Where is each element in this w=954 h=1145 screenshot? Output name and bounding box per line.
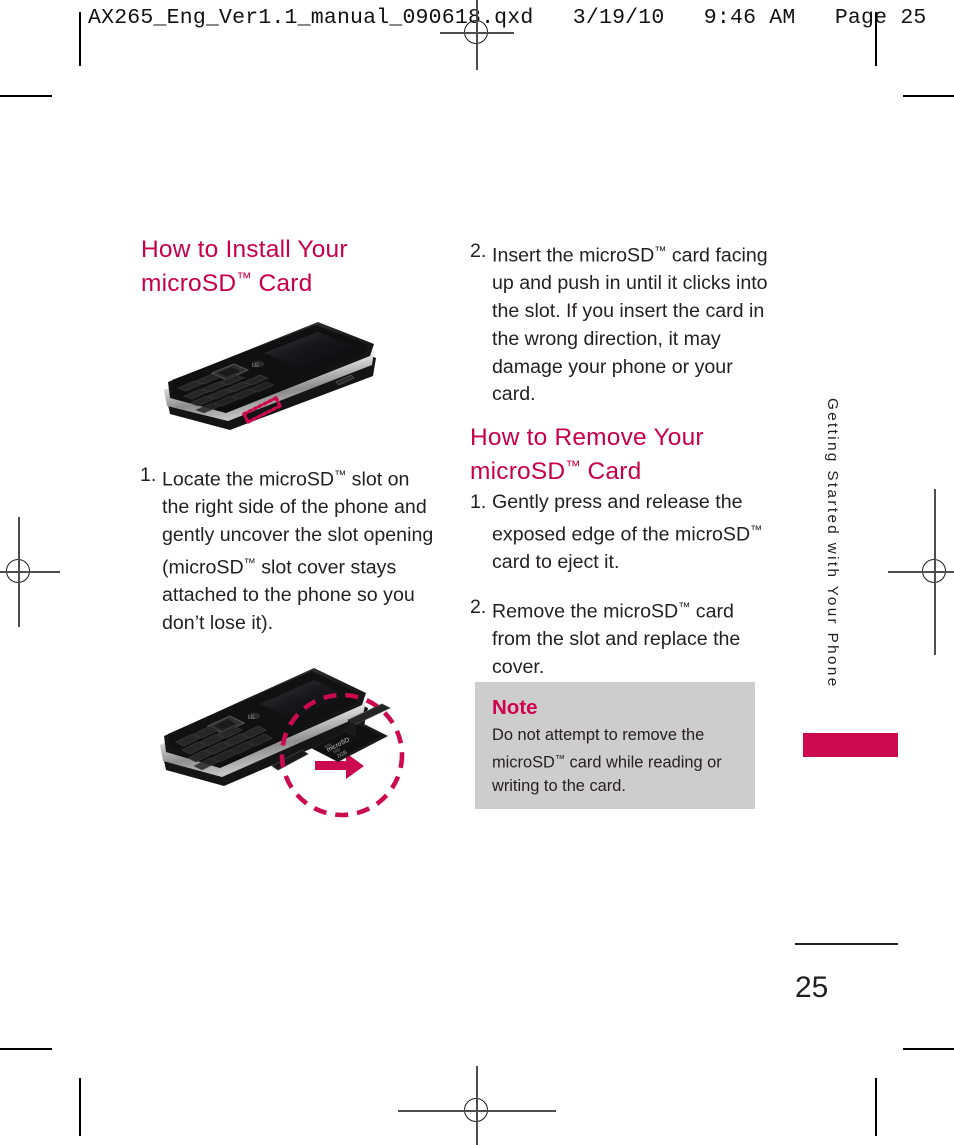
list-item-number: 1.: [140, 464, 157, 486]
list-item-number: 2.: [470, 595, 487, 618]
registration-hline-left: [0, 571, 60, 573]
heading-remove-line2: microSD™ Card: [470, 453, 770, 486]
trademark-icon: ™: [236, 269, 252, 287]
trademark-icon: ™: [554, 753, 565, 765]
registration-hline-bottom: [398, 1110, 556, 1112]
figure-insert-microsd-card: LG microSD 2GB: [152, 660, 408, 818]
trademark-icon: ™: [654, 244, 667, 258]
registration-hline-right: [888, 571, 954, 573]
svg-text:LG: LG: [252, 363, 259, 369]
list-item-install-step-1: 1. Locate the microSD™ slot on the right…: [140, 462, 436, 637]
trademark-icon: ™: [565, 457, 581, 475]
registration-mark-right: [888, 489, 954, 655]
trademark-icon: ™: [750, 522, 763, 537]
note-body: Do not attempt to remove the microSD™ ca…: [492, 723, 738, 799]
section-thumb-tab: [803, 733, 898, 757]
trademark-icon: ™: [678, 599, 691, 614]
crop-mark-bottom-left-horizontal: [0, 1048, 52, 1050]
svg-text:LG: LG: [248, 715, 255, 721]
list-item-insert-step-2: 2. Insert the microSD™ card facing up an…: [470, 238, 770, 409]
heading-remove-microsd-word: microSD: [470, 457, 566, 485]
step-text-pre: Insert the microSD: [492, 244, 655, 267]
trademark-icon: ™: [243, 555, 256, 570]
remove-steps-list: 1. Gently press and release the exposed …: [470, 489, 770, 681]
crop-mark-top-left-horizontal: [0, 95, 52, 97]
heading-install-line1: How to Install Your: [141, 236, 348, 263]
crop-mark-bottom-right-horizontal: [903, 1048, 954, 1050]
step-text-pre: Locate the microSD: [162, 468, 335, 491]
figure-phone-slot-location: LG: [148, 318, 384, 448]
step-text-post: card facing up and push in until it clic…: [492, 244, 768, 406]
step-text-pre: Remove the microSD: [492, 600, 679, 623]
registration-hline-top: [440, 32, 514, 34]
manual-page: AX265_Eng_Ver1.1_manual_090618.qxd 3/19/…: [0, 0, 954, 1145]
section-running-head: Getting Started with Your Phone: [824, 398, 841, 689]
install-steps-list: 1. Locate the microSD™ slot on the right…: [140, 462, 436, 637]
page-number: 25: [795, 971, 829, 1004]
registration-mark-top: [440, 0, 514, 70]
note-callout: Note Do not attempt to remove the microS…: [475, 682, 755, 809]
heading-remove-line1: How to Remove Your: [470, 424, 704, 451]
note-title: Note: [492, 696, 538, 719]
registration-mark-left: [0, 517, 60, 627]
registration-vline-bottom: [476, 1066, 478, 1145]
list-item-remove-step-2: 2. Remove the microSD™ card from the slo…: [470, 594, 770, 682]
crop-mark-top-left-vertical: [79, 12, 81, 66]
trademark-icon: ™: [334, 468, 347, 482]
list-item-number: 1.: [470, 491, 487, 513]
insert-step-list: 2. Insert the microSD™ card facing up an…: [470, 238, 770, 409]
heading-install-microsd-word: microSD: [141, 269, 237, 297]
list-item-text: Locate the microSD™ slot on the right si…: [162, 462, 436, 637]
crop-mark-top-right-horizontal: [903, 95, 954, 97]
prepress-header: AX265_Eng_Ver1.1_manual_090618.qxd 3/19/…: [88, 6, 927, 30]
crop-mark-bottom-left-vertical: [79, 1078, 81, 1136]
list-item-text: Remove the microSD™ card from the slot a…: [492, 594, 770, 682]
crop-mark-bottom-right-vertical: [875, 1078, 877, 1136]
heading-install-line2: microSD™ Card: [141, 265, 431, 298]
step-text-pre: Gently press and release the exposed edg…: [492, 491, 751, 546]
crop-mark-top-right-vertical: [875, 12, 877, 66]
heading-remove-card-word: Card: [580, 457, 642, 485]
folio-rule: [795, 943, 898, 945]
list-item-remove-step-1: 1. Gently press and release the exposed …: [470, 489, 770, 577]
registration-vline-top: [476, 0, 478, 70]
list-item-text: Gently press and release the exposed edg…: [492, 489, 770, 577]
heading-install-card-word: Card: [251, 269, 313, 297]
registration-mark-bottom: [398, 1066, 556, 1145]
list-item-number: 2.: [470, 240, 487, 262]
heading-remove-microsd: How to Remove Your microSD™ Card: [470, 424, 770, 486]
step-text-post: card to eject it.: [492, 550, 620, 573]
heading-install-microsd: How to Install Your microSD™ Card: [141, 236, 431, 298]
list-item-text: Insert the microSD™ card facing up and p…: [492, 238, 770, 409]
